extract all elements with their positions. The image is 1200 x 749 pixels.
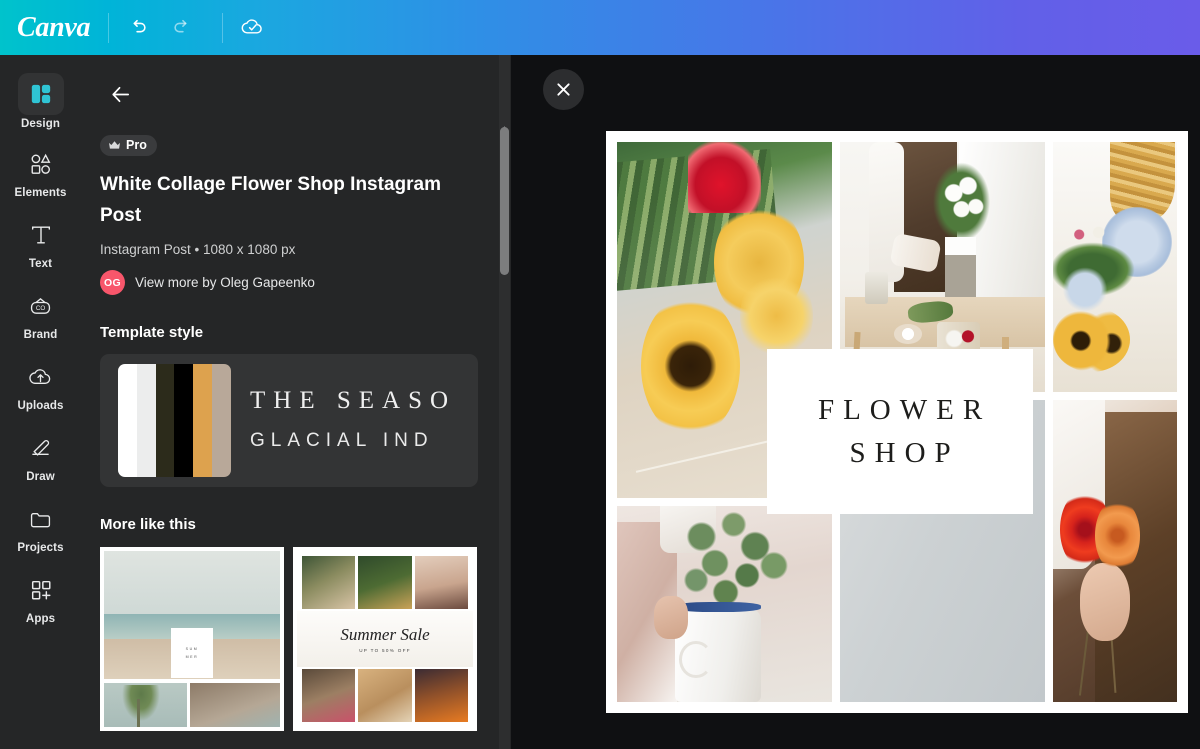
sidebar-item-brand[interactable]: CO Brand — [5, 286, 77, 355]
template-style-card[interactable]: THE SEASO GLACIAL IND — [100, 354, 478, 487]
style-text-line2: GLACIAL IND — [250, 429, 434, 451]
panel-scrollbar-thumb[interactable] — [500, 127, 509, 275]
canvas-title-line1: FLOWER — [817, 394, 992, 426]
design-canvas-frame[interactable]: FLOWER SHOP — [606, 131, 1188, 713]
left-rail: Design Elements Text CO Brand Uploads Dr… — [0, 55, 81, 749]
sidebar-label-brand: Brand — [23, 329, 58, 341]
toolbar-divider-2 — [222, 12, 224, 43]
summer-sale-collage-art: Summer Sale UP TO 50% OFF — [297, 551, 473, 727]
sidebar-item-design[interactable]: Design — [5, 73, 77, 142]
projects-icon — [19, 499, 63, 539]
arrow-left-icon — [111, 86, 129, 102]
canvas-title-block[interactable]: FLOWER SHOP — [767, 349, 1034, 514]
pro-badge: Pro — [100, 135, 157, 156]
eucalyptus-in-pitcher-photo[interactable] — [617, 506, 833, 702]
text-icon — [19, 215, 63, 255]
thumb-title: Summer Sale — [340, 624, 430, 644]
canva-editor-window: Canva Design Elements Text CO Brand Uplo… — [0, 0, 1200, 749]
author-link-label: View more by Oleg Gapeenko — [135, 275, 315, 290]
template-thumbnail-summer-sale[interactable]: Summer Sale UP TO 50% OFF — [293, 547, 477, 731]
panel-content: Pro White Collage Flower Shop Instagram … — [81, 117, 511, 749]
uploads-icon — [19, 357, 63, 397]
style-preview-text: THE SEASO GLACIAL IND — [250, 386, 456, 456]
close-icon — [557, 83, 570, 96]
design-icon — [17, 73, 64, 115]
sidebar-item-text[interactable]: Text — [5, 215, 77, 284]
apps-icon — [19, 570, 63, 610]
style-text-line1: THE SEASO — [250, 386, 457, 414]
sidebar-item-apps[interactable]: Apps — [5, 570, 77, 639]
template-style-heading: Template style — [100, 324, 204, 341]
panel-back-button[interactable] — [103, 77, 137, 111]
undo-button[interactable] — [116, 6, 160, 50]
beach-collage-art: SUM MER — [104, 551, 280, 727]
sidebar-label-apps: Apps — [25, 613, 56, 625]
editor-area: FLOWER SHOP — [511, 55, 1200, 749]
sidebar-item-projects[interactable]: Projects — [5, 499, 77, 568]
crown-icon — [109, 140, 120, 149]
top-bar: Canva — [0, 0, 1200, 55]
save-status — [230, 6, 274, 50]
thumb-card-line2: MER — [185, 655, 199, 660]
template-thumbnail-beach[interactable]: SUM MER — [100, 547, 284, 731]
toolbar-divider — [108, 12, 110, 43]
sidebar-label-projects: Projects — [17, 542, 64, 554]
sidebar-item-elements[interactable]: Elements — [5, 144, 77, 213]
template-title: White Collage Flower Shop Instagram Post — [100, 174, 441, 226]
sidebar-label-design: Design — [21, 118, 60, 130]
sidebar-label-elements: Elements — [14, 187, 67, 199]
sidebar-label-draw: Draw — [26, 471, 55, 483]
elements-icon — [19, 144, 63, 184]
canvas-title-line2: SHOP — [849, 437, 960, 469]
hand-holding-roses-photo[interactable] — [1052, 399, 1177, 702]
thumb-card-line1: SUM — [185, 647, 199, 652]
draw-icon — [19, 428, 63, 468]
avatar: OG — [100, 270, 125, 295]
cloud-saved-icon[interactable] — [230, 6, 274, 50]
design-canvas[interactable]: FLOWER SHOP — [617, 142, 1177, 702]
sidebar-item-uploads[interactable]: Uploads — [5, 357, 77, 426]
style-color-swatch — [118, 364, 231, 477]
design-panel: Pro White Collage Flower Shop Instagram … — [81, 55, 511, 749]
sidebar-label-text: Text — [28, 258, 53, 270]
dried-flowers-hydrangea-photo[interactable] — [1052, 142, 1177, 392]
svg-text:CO: CO — [36, 305, 46, 312]
more-like-this-heading: More like this — [100, 516, 196, 533]
close-button[interactable] — [543, 69, 584, 110]
thumb-subtitle: UP TO 50% OFF — [359, 647, 411, 653]
brand-icon: CO — [19, 286, 63, 326]
template-meta: Instagram Post • 1080 x 1080 px — [100, 242, 296, 257]
more-like-this-grid: SUM MER Summer Sale UP TO 50% OFF — [100, 547, 489, 731]
sidebar-label-uploads: Uploads — [17, 400, 64, 412]
history-controls — [116, 6, 204, 50]
thumbnail-caption-card: SUM MER — [170, 628, 214, 678]
pro-badge-label: Pro — [126, 138, 147, 152]
redo-button[interactable] — [160, 6, 204, 50]
sidebar-item-draw[interactable]: Draw — [5, 428, 77, 497]
canva-logo[interactable]: Canva — [17, 12, 90, 44]
author-link-row[interactable]: OG View more by Oleg Gapeenko — [100, 270, 489, 295]
